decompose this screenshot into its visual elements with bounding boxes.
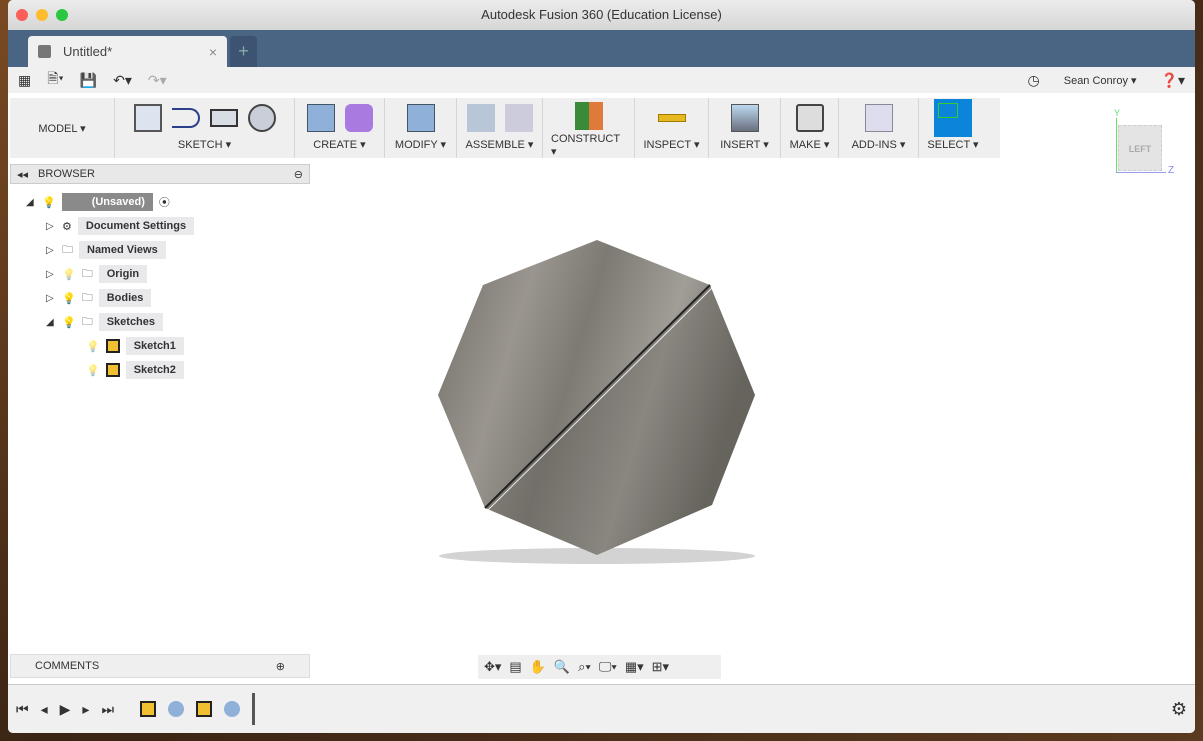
step-back-icon[interactable]: ◂	[41, 701, 48, 718]
comments-title: COMMENTS	[35, 660, 100, 672]
model-viewport[interactable]	[8, 0, 1195, 733]
navigation-bar: ✥▾ ▤ ✋ 🔍 ⌕▾ 🖵▾ ▦▾ ⊞▾	[478, 655, 721, 679]
go-to-start-icon[interactable]: ⏮	[16, 701, 29, 718]
play-icon[interactable]: ▶	[60, 701, 71, 718]
timeline-revolve-feature-icon[interactable]	[224, 701, 241, 717]
fit-icon[interactable]: ⌕▾	[578, 659, 591, 675]
timeline-sketch-feature-icon[interactable]	[196, 701, 213, 717]
orbit-icon[interactable]: ✥▾	[484, 659, 501, 675]
go-to-end-icon[interactable]: ⏭	[101, 701, 114, 718]
pan-hand-icon[interactable]: ✋	[530, 659, 546, 675]
zoom-icon[interactable]: 🔍	[554, 659, 570, 675]
add-comment-icon[interactable]: ⊕	[276, 660, 285, 673]
timeline-settings-gear-icon[interactable]: ⚙	[1171, 699, 1187, 720]
look-at-icon[interactable]: ▤	[509, 659, 521, 675]
viewports-icon[interactable]: ⊞▾	[652, 659, 669, 675]
app-window: Autodesk Fusion 360 (Education License) …	[8, 0, 1195, 733]
display-settings-icon[interactable]: 🖵▾	[599, 659, 617, 675]
timeline-revolve-feature-icon[interactable]	[168, 701, 185, 717]
timeline: ⏮ ◂ ▶ ▸ ⏭ ⚙	[8, 684, 1195, 733]
timeline-sketch-feature-icon[interactable]	[140, 701, 157, 717]
step-forward-icon[interactable]: ▸	[82, 701, 89, 718]
timeline-marker[interactable]	[252, 693, 256, 725]
grid-icon[interactable]: ▦▾	[625, 659, 644, 675]
comments-panel[interactable]: COMMENTS ⊕	[10, 654, 310, 678]
